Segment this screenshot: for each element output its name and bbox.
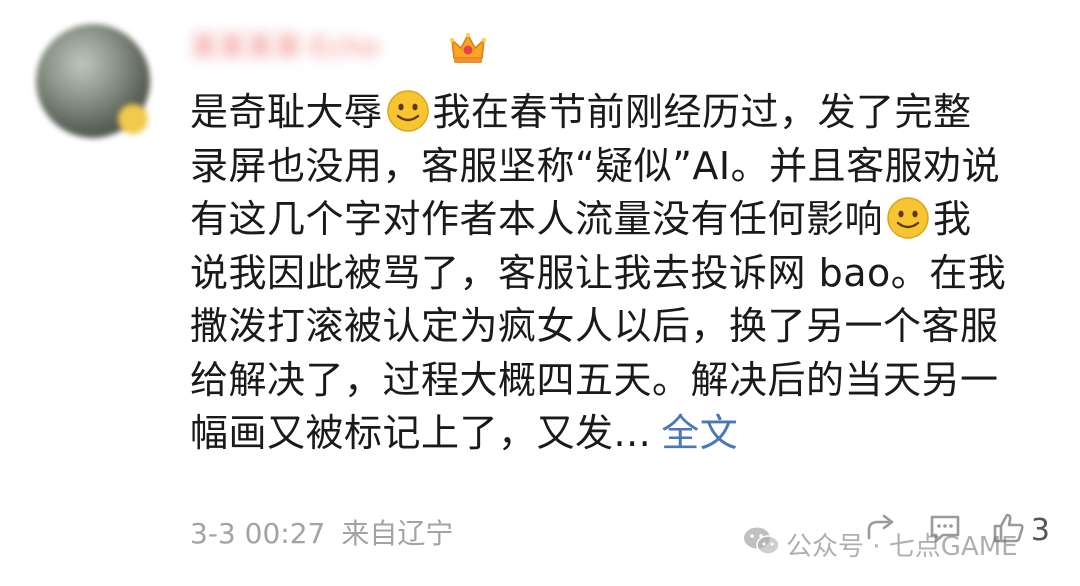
comment-text: 给解决了，过程大概四五天。解决后的当天另一: [190, 357, 999, 402]
comment-line: 是奇耻大辱 我在春节前刚经历过，发了完整: [190, 86, 1050, 140]
comment-line: 说我因此被骂了，客服让我去投诉网 bao。在我: [190, 247, 1050, 301]
comment-date: 3-3 00:27: [190, 517, 326, 550]
comment-line: 幅画又被标记上了，又发... 全文: [190, 407, 1050, 461]
smiley-emoji-icon: [386, 89, 430, 133]
comment-line: 给解决了，过程大概四五天。解决后的当天另一: [190, 354, 1050, 408]
comment-line: 录屏也没用，客服坚称“疑似”AI。并且客服劝说: [190, 140, 1050, 194]
comment-text: 录屏也没用，客服坚称“疑似”AI。并且客服劝说: [190, 143, 1001, 188]
comment-text: 是奇耻大辱: [190, 90, 383, 134]
comment-text: 有这几个字对作者本人流量没有任何影响: [190, 197, 884, 241]
smiley-emoji-icon: [886, 196, 930, 240]
watermark-text: 公众号 · 七点GAME: [786, 532, 1018, 562]
comment-text: 幅画又被标记上了，又发...: [190, 411, 652, 455]
comment-line: 有这几个字对作者本人流量没有任何影响 我: [190, 193, 1050, 247]
comment-body: 是奇耻大辱 我在春节前刚经历过，发了完整 录屏也没用，客服坚称“疑似”AI。并且客…: [190, 86, 1050, 461]
crown-icon: [448, 28, 488, 68]
wechat-icon: [742, 524, 786, 565]
comment-text: 我: [933, 197, 972, 241]
comment-text: 说我因此被骂了，客服让我去投诉网 bao。在我: [190, 250, 1007, 295]
comment-meta: 3-3 00:27 来自辽宁: [190, 512, 453, 552]
comment-text: 撒泼打滚被认定为疯女人以后，换了另一个客服: [190, 304, 999, 348]
watermark: 公众号 · 七点GAME: [742, 524, 1018, 565]
avatar-verified-badge: [118, 104, 148, 134]
username[interactable]: 某某某某·Echo: [190, 30, 379, 64]
comment-location: 来自辽宁: [341, 517, 454, 550]
comment-line: 撒泼打滚被认定为疯女人以后，换了另一个客服: [190, 300, 1050, 354]
like-count: 3: [1030, 512, 1050, 548]
comment-text: 我在春节前刚经历过，发了完整: [432, 90, 972, 134]
expand-full-text-link[interactable]: 全文: [661, 411, 738, 455]
